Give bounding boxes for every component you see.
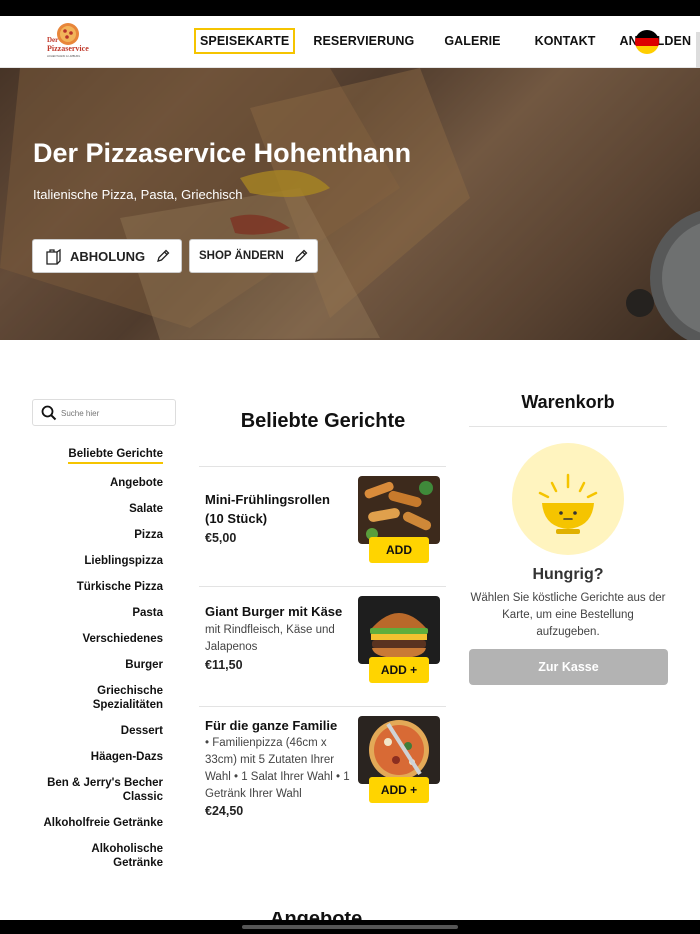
category-label: Alkoholfreie Getränke: [43, 817, 163, 829]
category-alkoholfreie-getraenke[interactable]: Alkoholfreie Getränke: [20, 816, 163, 830]
search-input[interactable]: [61, 404, 171, 422]
nav-reservierung[interactable]: RESERVIERUNG: [307, 28, 420, 54]
hero-banner: Der Pizzaservice Hohenthann Italienische…: [0, 68, 700, 340]
item-price: €11,50: [205, 658, 243, 672]
item-price: €24,50: [205, 804, 244, 818]
category-label: Pasta: [132, 607, 163, 619]
search-icon: [41, 405, 57, 421]
category-label: Beliebte Gerichte: [68, 447, 163, 464]
category-lieblingspizza[interactable]: Lieblingspizza: [20, 554, 163, 568]
category-label: Ben & Jerry's Becher Classic: [47, 777, 163, 803]
category-label: Häagen-Dazs: [90, 751, 163, 763]
category-pasta[interactable]: Pasta: [20, 606, 163, 620]
item-name: Giant Burger mit Käse: [205, 604, 343, 619]
menu-item[interactable]: Giant Burger mit Käse mit Rindfleisch, K…: [199, 586, 446, 706]
menu-search-box[interactable]: [32, 399, 176, 426]
cart-empty-message: Wählen Sie köstliche Gerichte aus der Ka…: [470, 592, 666, 638]
category-angebote[interactable]: Angebote: [20, 476, 163, 490]
category-griechische-spezialitaeten[interactable]: Griechische Spezialitäten: [20, 684, 163, 712]
cart-empty-title: Hungrig?: [532, 566, 604, 583]
category-label: Lieblingspizza: [84, 555, 163, 567]
category-label: Angebote: [109, 477, 163, 489]
category-verschiedenes[interactable]: Verschiedenes: [20, 632, 163, 646]
category-tuerkische-pizza[interactable]: Türkische Pizza: [20, 580, 163, 594]
category-haagen-dazs[interactable]: Häagen-Dazs: [20, 750, 163, 764]
german-flag-icon[interactable]: [635, 30, 659, 54]
category-label: Verschiedenes: [82, 633, 163, 645]
add-to-cart-button[interactable]: ADD +: [369, 777, 429, 803]
menu-item[interactable]: Für die ganze Familie • Familienpizza (4…: [199, 706, 446, 826]
category-label: Alkoholische Getränke: [91, 843, 163, 869]
hero-title: Der Pizzaservice Hohenthann: [33, 138, 412, 168]
add-to-cart-button[interactable]: ADD: [369, 537, 429, 563]
category-alkoholische-getraenke[interactable]: Alkoholische Getränke: [20, 842, 163, 870]
item-description: • Familienpizza (46cm x 33cm) mit 5 Zuta…: [205, 737, 350, 800]
item-price: €5,00: [205, 531, 237, 545]
brand-logo[interactable]: Der Pizzaservice HOHENTHANN & LIMBURG: [44, 21, 90, 63]
hero-overlay: [0, 68, 700, 340]
nav-speisekarte[interactable]: SPEISEKARTE: [194, 28, 296, 54]
category-label: Pizza: [134, 529, 163, 541]
add-to-cart-button[interactable]: ADD +: [369, 657, 429, 683]
menu-section-title: Beliebte Gerichte: [240, 410, 406, 432]
category-dessert[interactable]: Dessert: [20, 724, 163, 738]
change-shop-label: SHOP ÄNDERN: [199, 250, 284, 262]
item-name: Mini-Frühlingsrollen (10 Stück): [205, 492, 330, 526]
top-navbar: Der Pizzaservice HOHENTHANN & LIMBURG SP…: [0, 16, 700, 84]
category-ben-jerrys[interactable]: Ben & Jerry's Becher Classic: [20, 776, 163, 804]
menu-item[interactable]: Mini-Frühlingsrollen (10 Stück) €5,00 AD…: [199, 466, 446, 586]
item-name: Für die ganze Familie: [205, 718, 338, 733]
checkout-button[interactable]: Zur Kasse: [469, 649, 668, 685]
category-salate[interactable]: Salate: [20, 502, 163, 516]
category-label: Burger: [125, 659, 163, 671]
nav-galerie[interactable]: GALERIE: [438, 28, 506, 54]
cart-title: Warenkorb: [521, 392, 615, 412]
item-description: mit Rindfleisch, Käse und Jalapenos: [205, 624, 335, 653]
pencil-icon: [294, 249, 308, 262]
main-nav: SPEISEKARTE RESERVIERUNG GALERIE KONTAKT…: [194, 26, 700, 56]
category-label: Dessert: [120, 725, 163, 737]
family-pizza-image: [358, 716, 440, 784]
pencil-icon: [157, 249, 170, 262]
category-burger[interactable]: Burger: [20, 658, 163, 672]
logo-text-name: Pizzaservice: [47, 44, 89, 53]
burger-image: [358, 596, 440, 664]
device-status-bar: [0, 0, 700, 16]
home-indicator[interactable]: [242, 925, 458, 929]
change-shop-button[interactable]: SHOP ÄNDERN: [189, 239, 318, 273]
empty-bowl-illustration: [512, 443, 624, 555]
spring-rolls-image: [358, 476, 440, 544]
hero-subtitle: Italienische Pizza, Pasta, Griechisch: [33, 187, 243, 202]
pickup-label: ABHOLUNG: [70, 248, 146, 264]
logo-text-tagline: HOHENTHANN & LIMBURG: [47, 54, 80, 58]
category-label: Türkische Pizza: [76, 581, 163, 593]
category-label: Salate: [129, 503, 163, 515]
category-pizza[interactable]: Pizza: [20, 528, 163, 542]
category-label: Griechische Spezialitäten: [92, 685, 163, 711]
category-sidebar: Beliebte Gerichte Angebote Salate Pizza …: [20, 447, 163, 870]
category-beliebte-gerichte[interactable]: Beliebte Gerichte: [20, 447, 163, 464]
nav-kontakt[interactable]: KONTAKT: [529, 28, 602, 54]
logo-text-der: Der: [47, 36, 58, 44]
pickup-button[interactable]: ABHOLUNG: [32, 239, 182, 273]
cart-divider: [469, 426, 667, 427]
shop-bag-icon: [46, 248, 61, 265]
